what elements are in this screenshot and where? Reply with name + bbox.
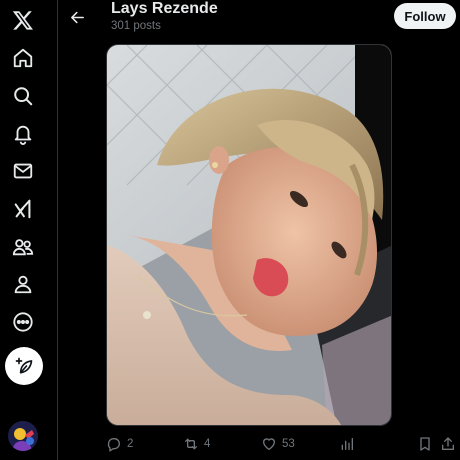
share-button[interactable] [440, 434, 456, 454]
follow-button[interactable]: Follow [394, 3, 456, 29]
repost-count: 4 [204, 438, 211, 450]
like-button[interactable]: 53 [261, 434, 295, 454]
x-logo-icon[interactable] [9, 6, 37, 34]
back-button[interactable] [64, 4, 90, 30]
compose-post-icon [15, 357, 33, 374]
repost-icon [185, 438, 197, 450]
search-icon[interactable] [9, 82, 37, 110]
photo-image [107, 45, 391, 425]
share-icon [442, 437, 454, 450]
post-photo[interactable] [106, 44, 392, 426]
grok-icon[interactable] [9, 195, 37, 223]
post-actions: 2 4 53 [0, 434, 460, 454]
reply-button[interactable]: 2 [106, 434, 133, 454]
analytics-icon [341, 438, 353, 450]
more-icon[interactable] [9, 308, 37, 336]
bookmark-icon [420, 437, 430, 451]
messages-icon[interactable] [9, 157, 37, 185]
profile-name: Lays Rezende [111, 0, 218, 17]
bookmark-button[interactable] [417, 434, 433, 454]
reply-icon [107, 438, 120, 452]
heart-icon [263, 438, 275, 450]
profile-icon[interactable] [9, 270, 37, 298]
home-icon[interactable] [9, 44, 37, 72]
post-count: 301 posts [111, 20, 161, 32]
nav-divider [57, 0, 58, 460]
repost-button[interactable]: 4 [183, 434, 210, 454]
communities-icon[interactable] [9, 233, 37, 261]
compose-post-button[interactable] [5, 347, 43, 385]
views-button[interactable] [339, 434, 355, 454]
arrow-left-icon [70, 11, 84, 23]
notifications-icon[interactable] [9, 120, 37, 148]
like-count: 53 [282, 438, 295, 450]
left-nav [0, 0, 50, 460]
reply-count: 2 [127, 438, 134, 450]
